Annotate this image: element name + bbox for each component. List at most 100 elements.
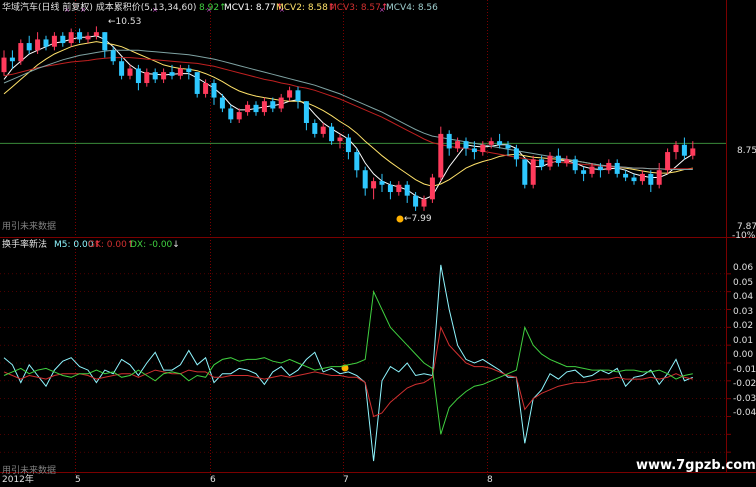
candle-body-21 [169, 72, 175, 76]
candle-body-81 [673, 144, 679, 153]
y-tick-9: -0.02 [733, 379, 756, 389]
y-tick-5: 0.02 [733, 321, 754, 331]
stock-chart-window: × × × × × × 华域汽车(日线 前复权) 成本累积价(5,13,34,60) 8.… [0, 0, 756, 487]
candle-body-7 [51, 35, 57, 47]
candle-body-4 [26, 43, 32, 51]
low-annotation: ←7.99 [404, 214, 432, 224]
gk-label-text: GK: 0.00 [88, 240, 127, 250]
candle-body-73 [606, 162, 612, 171]
candle-body-50 [413, 195, 419, 207]
candle-body-39 [320, 126, 326, 134]
candle-body-59 [488, 141, 494, 145]
candle-body-57 [471, 148, 477, 153]
candle-body-76 [631, 177, 637, 182]
candle-body-26 [211, 83, 217, 98]
candle-body-74 [614, 162, 620, 174]
candle-body-9 [68, 32, 74, 44]
candle-body-44 [362, 170, 368, 189]
candle-body-45 [371, 181, 377, 189]
candle-body-10 [77, 32, 83, 40]
candle-body-1 [1, 57, 7, 73]
candle-body-31 [253, 104, 259, 113]
y-tick-8: -0.01 [733, 365, 756, 375]
candle-body-23 [186, 68, 192, 73]
low-marker [396, 215, 404, 223]
price-tick-1: 8.75 [737, 146, 756, 156]
candle-body-25 [203, 83, 209, 94]
candle-body-24 [194, 72, 200, 94]
mcv4-label: MCV4: 8.56 [386, 3, 438, 13]
candle-body-42 [345, 137, 351, 153]
price-tick-3: -10% [732, 231, 756, 241]
candle-body-29 [236, 112, 242, 120]
candle-body-33 [270, 101, 276, 109]
candle-body-72 [597, 166, 603, 171]
candle-body-38 [312, 123, 318, 134]
candle-body-18 [144, 72, 150, 84]
candle-body-36 [295, 90, 301, 102]
candle-body-80 [665, 152, 671, 171]
gk-label: GK: 0.00↑ [88, 240, 135, 250]
candle-body-77 [639, 173, 645, 182]
candle-body-16 [127, 68, 133, 76]
candle-body-61 [505, 144, 511, 149]
candle-body-67 [555, 155, 561, 163]
dx-label: DX: -0.00↓ [130, 240, 180, 250]
candle-body-60 [497, 141, 503, 145]
candle-body-13 [102, 32, 108, 51]
mcv3-label-text: MCV3: 8.57 [329, 3, 381, 13]
candle-body-58 [480, 144, 486, 153]
candle-body-2 [9, 57, 15, 62]
candle-body-83 [690, 148, 696, 156]
watermark: www.7gpzb.com [636, 458, 756, 473]
high-annotation-text: 10.53 [115, 17, 142, 27]
candle-body-34 [278, 97, 284, 109]
candle-body-69 [572, 159, 578, 171]
x-label-5: 8 [487, 475, 493, 485]
candle-body-79 [656, 170, 662, 185]
y-tick-6: 0.01 [733, 336, 754, 346]
candle-body-82 [681, 144, 687, 156]
candle-body-78 [648, 173, 654, 185]
candle-body-11 [85, 35, 91, 40]
candle-body-12 [93, 32, 99, 36]
bottom-panel-title: 换手率新法 [2, 240, 48, 250]
candle-body-54 [446, 133, 452, 149]
candle-body-68 [564, 159, 570, 163]
y-tick-1: 0.06 [733, 263, 754, 273]
mcv3-label: MCV3: 8.57↑ [329, 3, 389, 13]
candle-body-35 [287, 90, 293, 98]
candle-body-70 [581, 170, 587, 174]
candle-body-49 [404, 184, 410, 196]
candle-body-56 [463, 141, 469, 149]
mcv0-value-text: 8.92 [199, 3, 220, 13]
mcv2-label-text: MCV2: 8.58 [276, 3, 328, 13]
x-label-1: 2012年 [2, 475, 34, 485]
candle-body-8 [60, 35, 66, 44]
candle-body-46 [379, 181, 385, 185]
candle-body-48 [396, 184, 402, 193]
candle-body-63 [522, 159, 528, 185]
x-label-2: 5 [75, 475, 81, 485]
candle-body-15 [119, 61, 125, 76]
candle-body-55 [455, 141, 461, 149]
candle-body-14 [110, 50, 116, 62]
high-annotation: ←10.53 [108, 17, 142, 27]
candle-body-28 [228, 108, 234, 120]
candle-body-71 [589, 166, 595, 174]
candle-body-32 [261, 101, 267, 113]
y-tick-10: -0.03 [733, 394, 756, 404]
low-annotation-text: 7.99 [411, 214, 432, 224]
candle-body-22 [177, 68, 183, 76]
y-tick-11: -0.04 [733, 408, 756, 418]
y-tick-7: 0.00 [733, 350, 754, 360]
candle-body-62 [513, 148, 519, 160]
candle-body-5 [35, 39, 41, 51]
candle-body-53 [438, 133, 444, 178]
dx-label-text: DX: -0.00 [130, 240, 173, 250]
candle-body-65 [539, 159, 545, 167]
y-tick-4: 0.03 [733, 307, 754, 317]
candle-body-27 [219, 97, 225, 109]
candle-body-30 [245, 104, 251, 113]
candle-body-17 [135, 68, 141, 84]
